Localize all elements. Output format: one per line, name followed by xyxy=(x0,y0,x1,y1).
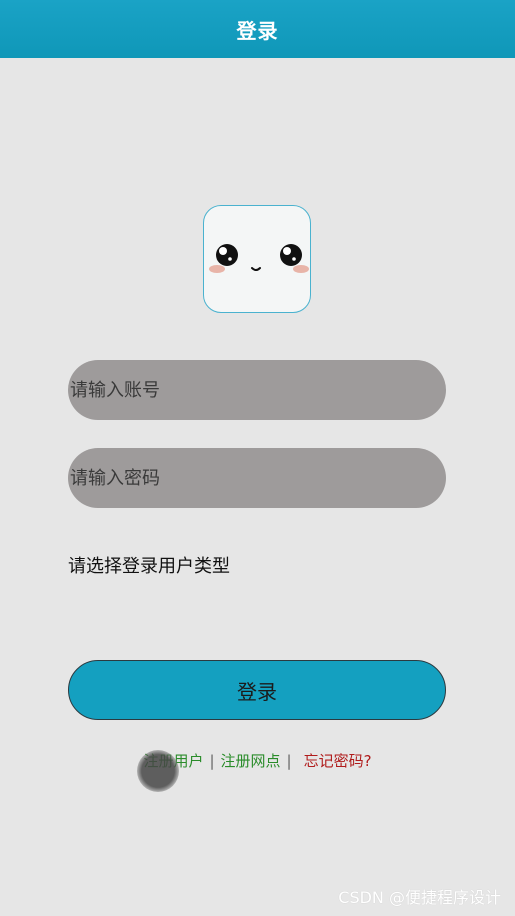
watermark: CSDN @便捷程序设计 xyxy=(338,888,501,907)
account-input[interactable] xyxy=(68,360,446,420)
forgot-password-link[interactable]: 忘记密码? xyxy=(304,752,372,770)
register-user-link[interactable]: 注册用户 xyxy=(143,752,203,770)
password-input[interactable] xyxy=(68,448,446,508)
link-separator: | xyxy=(286,752,292,770)
footer-links: 注册用户 | 注册网点 | 忘记密码? xyxy=(0,750,515,771)
user-type-label[interactable]: 请选择登录用户类型 xyxy=(68,552,230,578)
page-title: 登录 xyxy=(236,18,279,43)
login-button[interactable]: 登录 xyxy=(68,660,446,720)
app-header: 登录 xyxy=(0,0,515,58)
register-site-link[interactable]: 注册网点 xyxy=(221,752,281,770)
link-separator: | xyxy=(209,752,215,770)
cute-face-icon xyxy=(203,205,311,313)
